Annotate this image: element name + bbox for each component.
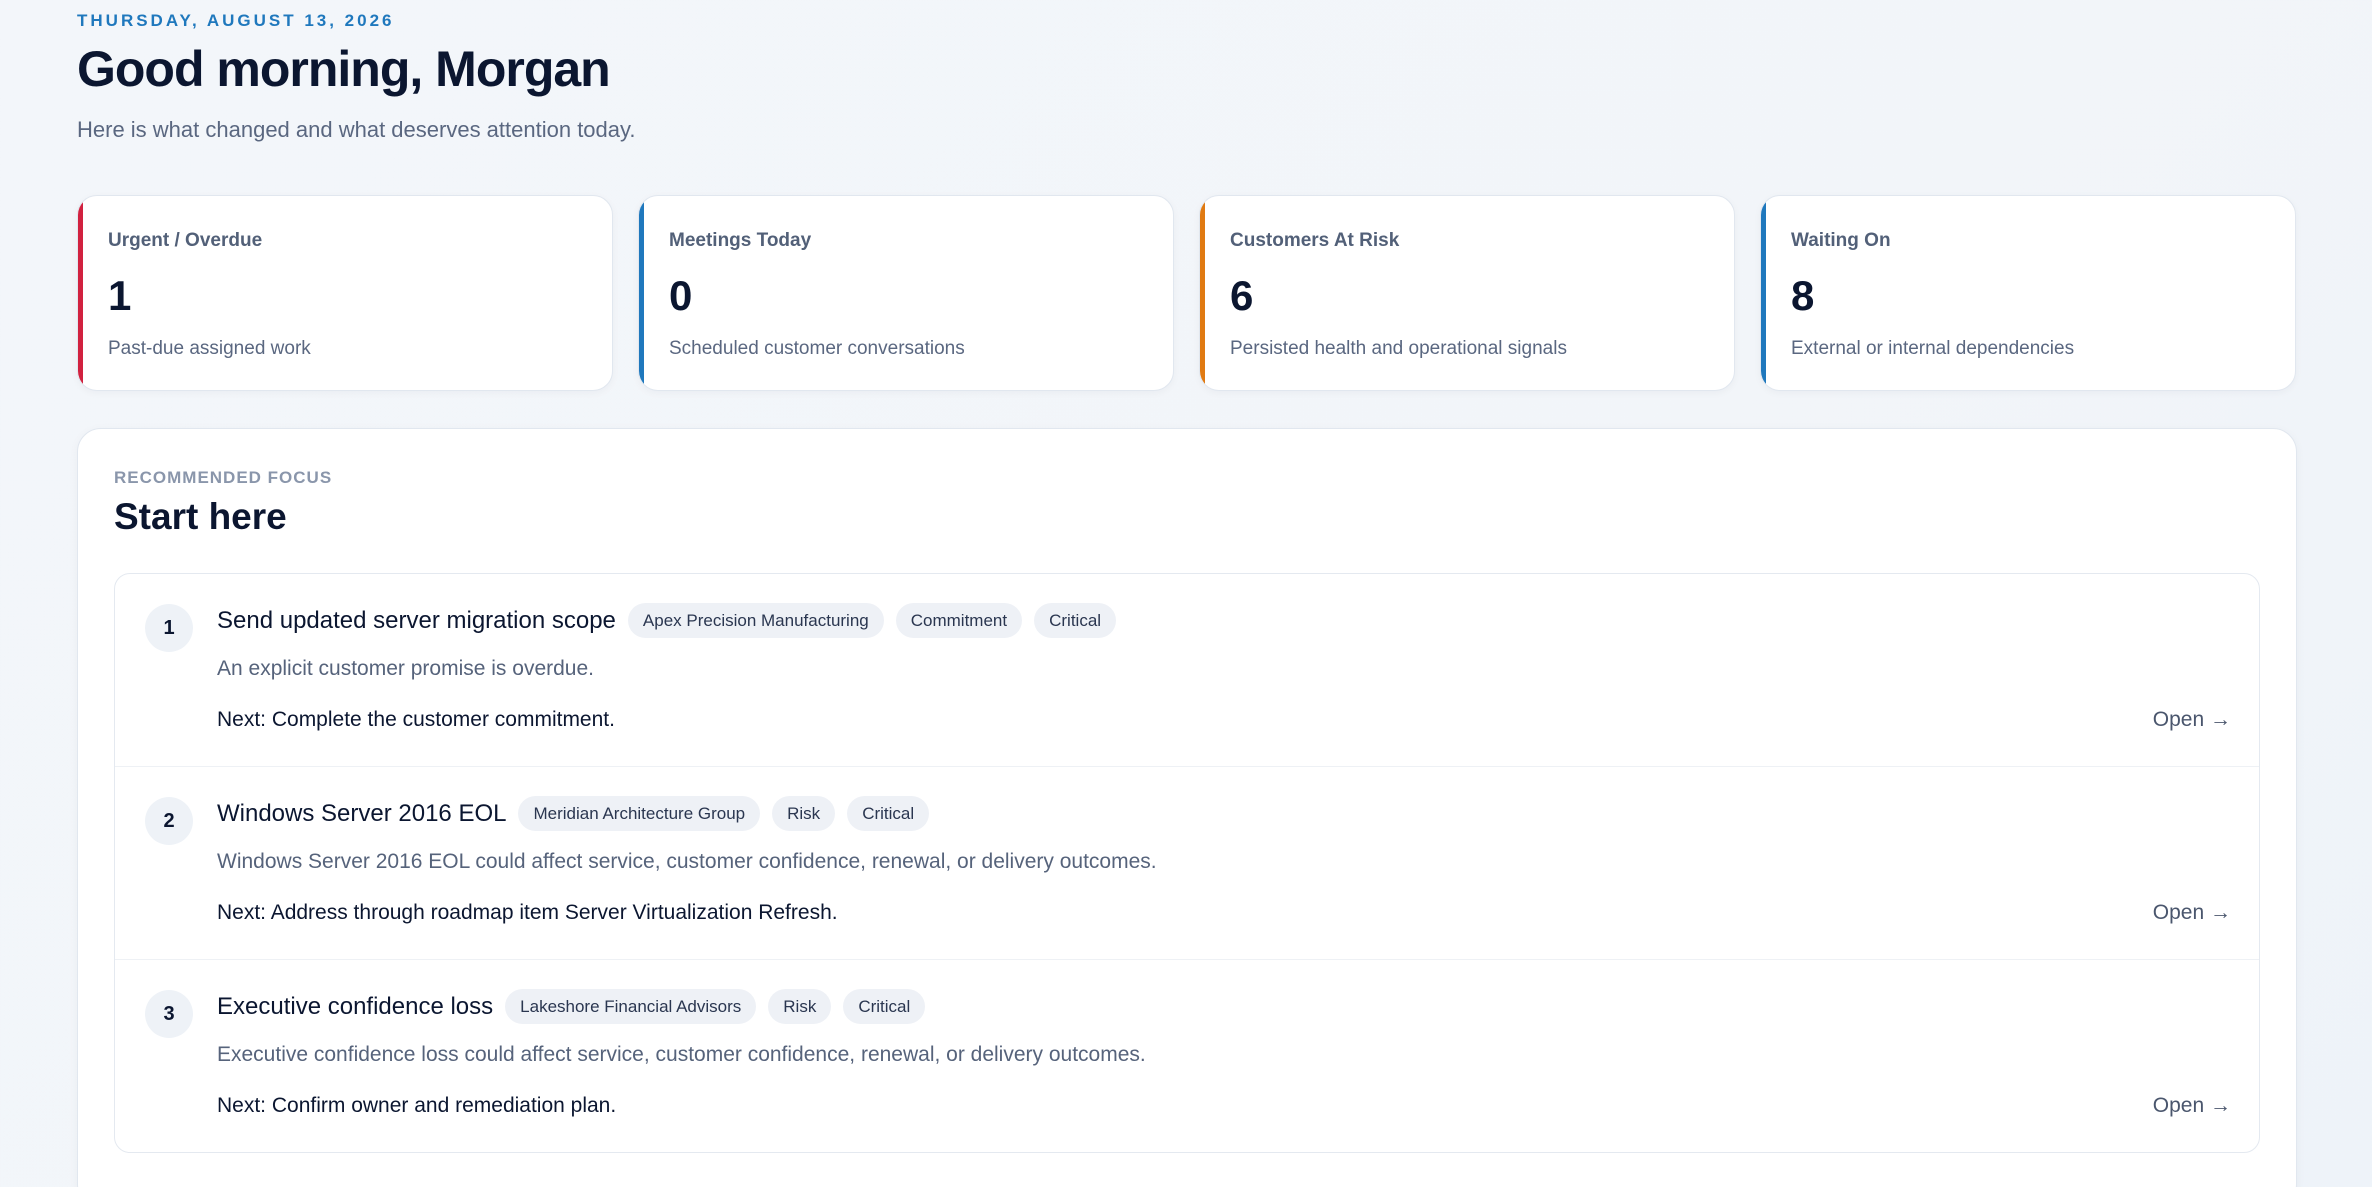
item-title: Send updated server migration scope: [217, 606, 616, 634]
type-tag: Risk: [772, 796, 836, 831]
customer-tag: Meridian Architecture Group: [518, 796, 761, 831]
item-header: Executive confidence loss Lakeshore Fina…: [217, 989, 926, 1024]
summary-cards: Urgent / Overdue 1 Past-due assigned wor…: [77, 195, 2297, 391]
stat-label: Waiting On: [1791, 230, 1891, 251]
severity-tag: Critical: [847, 796, 930, 831]
section-title: Start here: [114, 496, 287, 537]
item-number-badge: 3: [145, 990, 193, 1038]
item-description: An explicit customer promise is overdue.: [217, 657, 594, 680]
item-header: Windows Server 2016 EOL Meridian Archite…: [217, 796, 930, 831]
stat-description: External or internal dependencies: [1791, 338, 2075, 359]
severity-tag: Critical: [1034, 603, 1117, 638]
stat-label: Urgent / Overdue: [108, 230, 263, 251]
item-title: Windows Server 2016 EOL: [217, 799, 507, 827]
focus-list: 1 Send updated server migration scope Ap…: [114, 573, 2260, 1153]
recommended-focus-panel: RECOMMENDED FOCUS Start here 1 Send upda…: [77, 428, 2297, 1187]
stat-value: 8: [1791, 272, 1815, 319]
item-next-step: Next: Complete the customer commitment.: [217, 708, 615, 731]
type-tag: Commitment: [895, 603, 1023, 638]
customer-tag: Apex Precision Manufacturing: [627, 603, 884, 638]
stat-card-waiting-on[interactable]: Waiting On 8 External or internal depend…: [1760, 195, 2296, 391]
item-number-badge: 2: [145, 797, 193, 845]
item-number-badge: 1: [145, 604, 193, 652]
stat-accent-bar: [78, 196, 83, 390]
item-next-step: Next: Address through roadmap item Serve…: [217, 901, 838, 924]
stat-value: 1: [108, 272, 132, 319]
type-tag: Risk: [768, 989, 832, 1024]
section-eyebrow: RECOMMENDED FOCUS: [114, 468, 333, 487]
stat-description: Scheduled customer conversations: [669, 338, 965, 359]
page-title: Good morning, Morgan: [77, 41, 611, 97]
open-link[interactable]: Open →: [2153, 708, 2231, 732]
item-title: Executive confidence loss: [217, 992, 494, 1020]
stat-value: 0: [669, 272, 693, 319]
stat-card-meetings-today[interactable]: Meetings Today 0 Scheduled customer conv…: [638, 195, 1174, 391]
current-date: THURSDAY, AUGUST 13, 2026: [77, 11, 395, 30]
stat-description: Past-due assigned work: [108, 338, 311, 359]
severity-tag: Critical: [843, 989, 926, 1024]
stat-card-urgent-overdue[interactable]: Urgent / Overdue 1 Past-due assigned wor…: [77, 195, 613, 391]
focus-item: 3 Executive confidence loss Lakeshore Fi…: [115, 960, 2259, 1152]
open-link[interactable]: Open →: [2153, 1094, 2231, 1118]
stat-value: 6: [1230, 272, 1254, 319]
stat-label: Meetings Today: [669, 230, 812, 251]
item-next-step: Next: Confirm owner and remediation plan…: [217, 1094, 617, 1117]
customer-tag: Lakeshore Financial Advisors: [505, 989, 757, 1024]
stat-description: Persisted health and operational signals: [1230, 338, 1567, 359]
open-link[interactable]: Open →: [2153, 901, 2231, 925]
page-subtitle: Here is what changed and what deserves a…: [77, 117, 636, 142]
focus-item: 2 Windows Server 2016 EOL Meridian Archi…: [115, 767, 2259, 960]
item-description: Windows Server 2016 EOL could affect ser…: [217, 850, 1157, 873]
stat-label: Customers At Risk: [1230, 230, 1400, 251]
stat-accent-bar: [1761, 196, 1766, 390]
item-header: Send updated server migration scope Apex…: [217, 603, 1117, 638]
item-description: Executive confidence loss could affect s…: [217, 1043, 1146, 1066]
stat-accent-bar: [639, 196, 644, 390]
stat-card-customers-at-risk[interactable]: Customers At Risk 6 Persisted health and…: [1199, 195, 1735, 391]
stat-accent-bar: [1200, 196, 1205, 390]
focus-item: 1 Send updated server migration scope Ap…: [115, 574, 2259, 767]
